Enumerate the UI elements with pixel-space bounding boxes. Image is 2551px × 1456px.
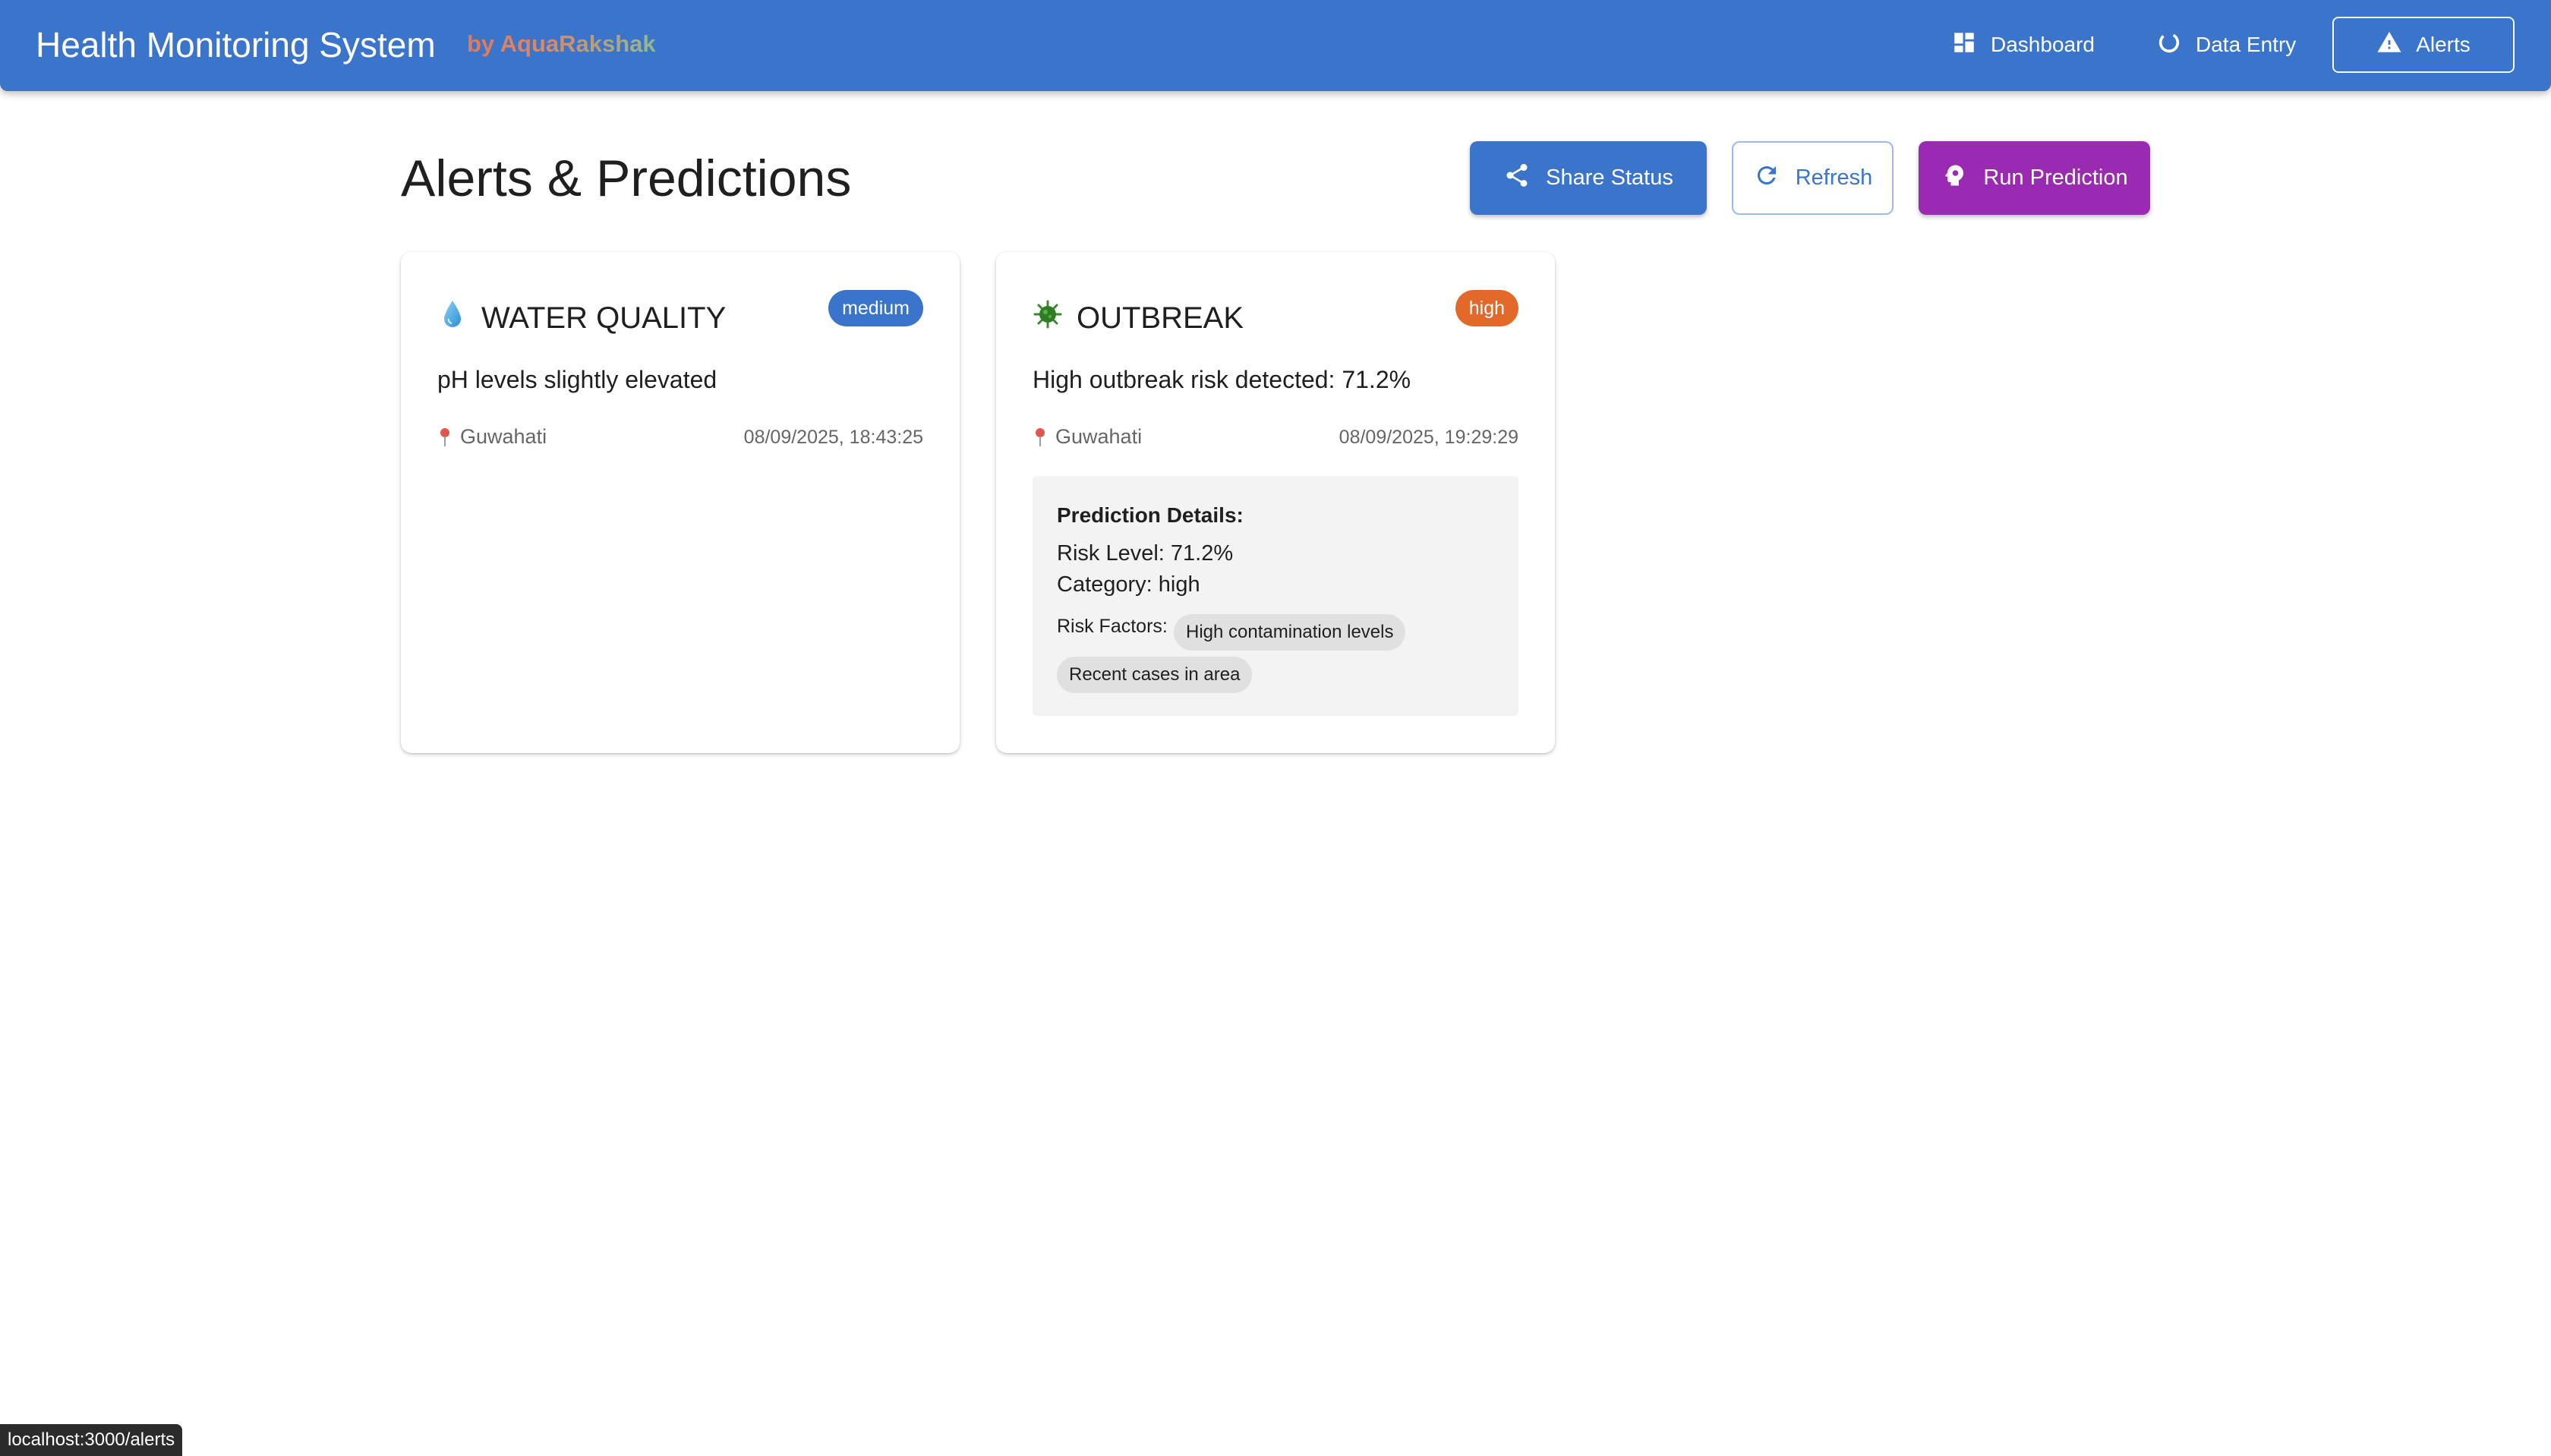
category-text: Category: high [1057,572,1200,597]
app-title: Health Monitoring System [36,25,436,65]
alert-card-header: OUTBREAK high [1033,290,1518,351]
prediction-details-panel: Prediction Details: Risk Level: 71.2% Ca… [1033,476,1518,716]
risk-factors-label: Risk Factors: [1057,616,1168,637]
prediction-details-heading: Prediction Details: [1057,503,1244,527]
alert-location-label: Guwahati [460,425,547,448]
severity-badge: medium [828,290,923,326]
share-status-label: Share Status [1546,165,1673,190]
share-status-button[interactable]: Share Status [1470,141,1707,215]
alert-location: Guwahati [1033,425,1142,449]
psychology-icon [1941,162,1968,195]
refresh-icon [1753,162,1780,195]
status-bar-url: localhost:3000/alerts [0,1424,183,1456]
risk-factor-chip: High contamination levels [1174,614,1406,651]
severity-badge: high [1455,290,1518,326]
droplet-icon [437,295,468,334]
nav-dashboard-button[interactable]: Dashboard [1942,17,2104,73]
risk-level-text: Risk Level: 71.2% [1057,541,1234,566]
page-title: Alerts & Predictions [401,150,852,207]
alert-type-title: WATER QUALITY [481,301,727,335]
alert-card-water-quality: WATER QUALITY medium pH levels slightly … [401,252,960,753]
nav-data-entry-label: Data Entry [2196,33,2297,56]
nav-alerts-label: Alerts [2416,33,2471,56]
alert-meta: Guwahati 08/09/2025, 18:43:25 [437,422,923,452]
location-pin-icon [437,427,452,448]
nav-dashboard-label: Dashboard [1991,33,2095,56]
data-entry-icon [2156,30,2182,61]
run-prediction-label: Run Prediction [1983,165,2128,190]
location-pin-icon [1033,427,1048,448]
refresh-button[interactable]: Refresh [1732,141,1894,215]
alert-message: High outbreak risk detected: 71.2% [1033,366,1411,393]
alert-location: Guwahati [437,425,547,449]
share-icon [1503,162,1531,195]
nav-alerts-button[interactable]: Alerts [2332,17,2515,73]
dashboard-icon [1951,30,1977,61]
warning-icon [2376,30,2402,61]
nav-data-entry-button[interactable]: Data Entry [2147,17,2305,73]
app-bar: Health Monitoring System by AquaRakshak … [0,0,2551,91]
app-subtitle: by AquaRakshak [467,29,656,59]
alert-card-header: WATER QUALITY medium [437,290,923,351]
run-prediction-button[interactable]: Run Prediction [1919,141,2150,215]
alert-timestamp: 08/09/2025, 19:29:29 [1339,427,1518,448]
alert-type-title: OUTBREAK [1077,301,1244,335]
alert-meta: Guwahati 08/09/2025, 19:29:29 [1033,422,1518,452]
alert-message: pH levels slightly elevated [437,366,717,393]
alert-timestamp: 08/09/2025, 18:43:25 [743,427,923,448]
alert-location-label: Guwahati [1055,425,1143,448]
virus-icon [1033,295,1063,334]
refresh-label: Refresh [1795,165,1873,190]
alert-card-outbreak: OUTBREAK high High outbreak risk detecte… [996,252,1555,753]
risk-factor-chip: Recent cases in area [1057,657,1253,693]
